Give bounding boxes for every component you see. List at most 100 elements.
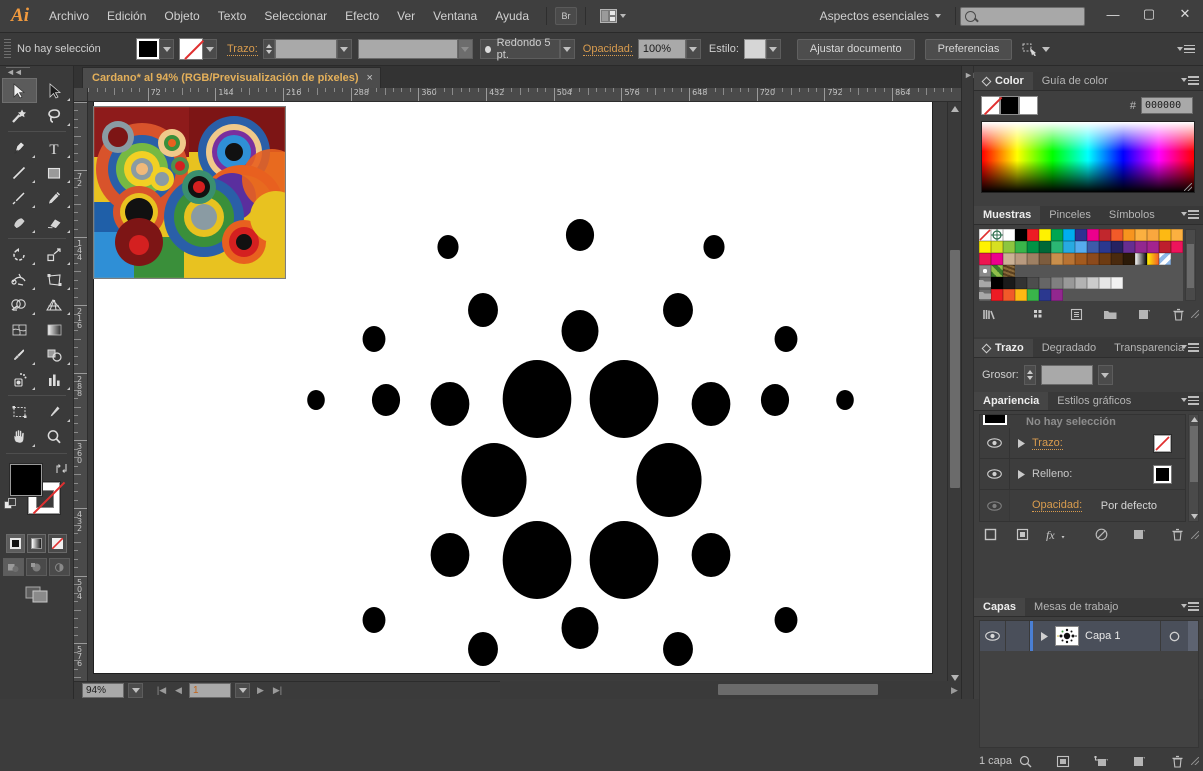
free-transform-tool[interactable] xyxy=(37,267,72,292)
logo-circle[interactable] xyxy=(663,632,693,666)
panel-resize-grip[interactable] xyxy=(1191,530,1199,539)
stroke-weight-label[interactable]: Trazo: xyxy=(227,43,258,56)
vertical-scrollbar[interactable] xyxy=(947,102,961,685)
perspective-grid-tool[interactable] xyxy=(37,292,72,317)
workspace-switcher[interactable]: Aspectos esenciales xyxy=(814,9,935,23)
logo-circle[interactable] xyxy=(836,390,854,410)
logo-circle[interactable] xyxy=(589,521,659,599)
swatch-cell[interactable] xyxy=(1027,277,1039,289)
swatch-cell[interactable] xyxy=(1027,289,1039,301)
expand-fill-icon[interactable] xyxy=(1010,469,1032,479)
swatch-cell[interactable] xyxy=(1099,241,1111,253)
swatches-scroll-thumb[interactable] xyxy=(1187,244,1194,288)
layer-visibility-eye-icon[interactable] xyxy=(980,621,1006,651)
swatch-cell[interactable] xyxy=(1147,253,1159,265)
appearance-row-stroke[interactable]: Trazo: xyxy=(980,428,1185,459)
artboard-tool[interactable] xyxy=(2,399,37,424)
logo-circle[interactable] xyxy=(430,533,470,577)
swatch-cell[interactable] xyxy=(979,289,991,301)
appearance-panel-menu-icon[interactable] xyxy=(1181,396,1199,405)
logo-circle[interactable] xyxy=(774,607,798,633)
swatch-cell[interactable] xyxy=(1051,253,1063,265)
add-effect-fx-icon[interactable]: fx xyxy=(1043,527,1069,543)
symbol-sprayer-tool[interactable] xyxy=(2,367,37,392)
swatches-panel-menu-icon[interactable] xyxy=(1181,210,1199,219)
tab-degradado[interactable]: Degradado xyxy=(1032,339,1106,357)
locate-object-icon[interactable] xyxy=(1014,753,1036,769)
workspace-chevron-down-icon[interactable] xyxy=(935,14,941,18)
document-tab[interactable]: Cardano* al 94% (RGB/Previsualización de… xyxy=(82,67,381,88)
swatch-cell[interactable] xyxy=(1111,229,1123,241)
swatch-cell[interactable] xyxy=(979,253,991,265)
fill-swatch-dropdown[interactable] xyxy=(159,39,174,59)
logo-circle[interactable] xyxy=(362,326,386,352)
swatch-cell[interactable] xyxy=(1015,229,1027,241)
ruler-corner[interactable] xyxy=(74,88,88,102)
draw-inside-button[interactable] xyxy=(49,558,70,576)
swatch-cell[interactable] xyxy=(1015,277,1027,289)
fill-color-swatch[interactable] xyxy=(136,38,160,60)
swatch-cell[interactable] xyxy=(1135,241,1147,253)
slice-tool[interactable] xyxy=(37,399,72,424)
swatch-cell[interactable] xyxy=(1159,253,1171,265)
swatch-cell[interactable] xyxy=(1087,241,1099,253)
swatch-cell[interactable] xyxy=(991,289,1003,301)
swatch-cell[interactable] xyxy=(1027,253,1039,265)
new-color-group-icon[interactable] xyxy=(1099,306,1121,322)
logo-circle[interactable] xyxy=(362,607,386,633)
swatch-cell[interactable] xyxy=(1063,241,1075,253)
pencil-tool[interactable] xyxy=(37,185,72,210)
menu-ayuda[interactable]: Ayuda xyxy=(486,0,538,33)
layer-row-capa-1[interactable]: Capa 1 xyxy=(980,621,1198,651)
menu-ventana[interactable]: Ventana xyxy=(424,0,486,33)
swatch-cell[interactable] xyxy=(1051,277,1063,289)
stroke-profile-dropdown[interactable] xyxy=(457,39,473,59)
line-segment-tool[interactable] xyxy=(2,160,37,185)
arrange-documents-button[interactable] xyxy=(594,5,632,27)
visibility-eye-icon[interactable] xyxy=(980,490,1010,521)
swatch-cell[interactable] xyxy=(1087,277,1099,289)
rectangle-tool[interactable] xyxy=(37,160,72,185)
swatch-cell[interactable] xyxy=(1027,229,1039,241)
artboard-dropdown[interactable] xyxy=(235,683,250,698)
create-new-layer-icon[interactable] xyxy=(1128,753,1150,769)
logo-circle[interactable] xyxy=(703,235,725,259)
tab-capas[interactable]: Capas xyxy=(974,598,1026,616)
menu-edicion[interactable]: Edición xyxy=(98,0,155,33)
swatch-cell[interactable] xyxy=(1159,241,1171,253)
swatch-cell[interactable] xyxy=(1039,277,1051,289)
magic-wand-tool[interactable] xyxy=(2,103,37,128)
swatch-cell[interactable] xyxy=(979,241,991,253)
layers-list[interactable]: Capa 1 xyxy=(979,620,1199,748)
stroke-color-swatch[interactable] xyxy=(179,38,203,60)
logo-circle[interactable] xyxy=(636,443,702,517)
zoom-level-dropdown[interactable] xyxy=(128,683,143,698)
tab-simbolos[interactable]: Símbolos xyxy=(1099,206,1164,224)
swatch-cell[interactable] xyxy=(1051,229,1063,241)
swatch-cell[interactable] xyxy=(991,265,1003,277)
appearance-stroke-label[interactable]: Trazo: xyxy=(1032,437,1063,450)
swatch-cell[interactable] xyxy=(1111,253,1123,265)
swatch-cell[interactable] xyxy=(1135,229,1147,241)
swatch-cell[interactable] xyxy=(1039,229,1051,241)
swatch-cell[interactable] xyxy=(1075,253,1087,265)
color-white-swatch[interactable] xyxy=(1019,96,1038,115)
swatches-scrollbar[interactable] xyxy=(1185,229,1196,301)
logo-circle[interactable] xyxy=(468,632,498,666)
search-input[interactable] xyxy=(960,6,1085,26)
tab-pinceles[interactable]: Pinceles xyxy=(1040,206,1100,224)
collapse-panel-icon[interactable]: ◄◄ xyxy=(6,67,30,77)
tab-trazo[interactable]: Trazo xyxy=(974,339,1033,357)
appearance-scroll-thumb[interactable] xyxy=(1190,426,1198,482)
logo-circle[interactable] xyxy=(760,384,790,416)
swatch-cell[interactable] xyxy=(1147,241,1159,253)
swatch-cell[interactable] xyxy=(991,229,1003,241)
toolbox-grip[interactable]: ◄◄ xyxy=(0,66,73,78)
hex-color-input[interactable]: 000000 xyxy=(1141,97,1193,114)
screen-mode-button[interactable] xyxy=(0,584,73,604)
blend-tool[interactable] xyxy=(37,342,72,367)
logo-circle[interactable] xyxy=(502,521,572,599)
logo-circle[interactable] xyxy=(691,382,731,426)
dock-collapse-strip[interactable]: ►► xyxy=(962,66,981,699)
scroll-down-icon[interactable] xyxy=(1190,512,1199,521)
